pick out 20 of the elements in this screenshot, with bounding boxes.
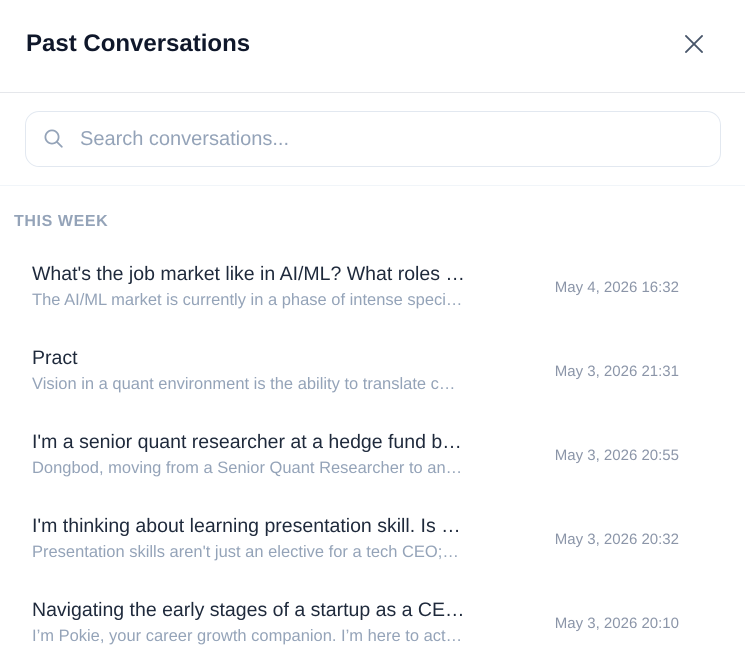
- search-field[interactable]: Search conversations...: [25, 111, 721, 167]
- panel-title: Past Conversations: [26, 30, 250, 58]
- conversation-title[interactable]: Navigating the early stages of a startup as a CE…: [32, 597, 464, 623]
- conversation-date: May 3, 2026 20:55: [554, 446, 679, 464]
- close-icon: [685, 35, 703, 53]
- conversation-date: May 3, 2026 20:10: [554, 614, 679, 632]
- conversation-preview: I’m Pokie, your career growth companion. I’m here to act…: [32, 626, 462, 647]
- conversation-date: May 3, 2026 20:32: [554, 530, 679, 548]
- conversation-title[interactable]: What's the job market like in AI/ML? What roles …: [32, 261, 465, 287]
- conversation-preview: The AI/ML market is currently in a phase of intense speci…: [32, 290, 462, 311]
- conversation-title[interactable]: I'm a senior quant researcher at a hedge fund b…: [32, 429, 462, 455]
- conversation-date: May 4, 2026 16:32: [554, 278, 679, 296]
- conversation-preview: Vision in a quant environment is the ability to translate c…: [32, 374, 456, 395]
- conversation-preview: Dongbod, moving from a Senior Quant Researcher to an…: [32, 458, 462, 479]
- search-icon: [44, 129, 63, 148]
- conversation-date: May 3, 2026 21:31: [554, 362, 679, 380]
- conversation-preview: Presentation skills aren't just an elective for a tech CEO;…: [32, 542, 459, 563]
- conversation-title[interactable]: I'm thinking about learning presentation skill. Is …: [32, 513, 461, 539]
- conversation-title[interactable]: Pract: [32, 345, 78, 371]
- section-heading: THIS WEEK: [14, 212, 108, 232]
